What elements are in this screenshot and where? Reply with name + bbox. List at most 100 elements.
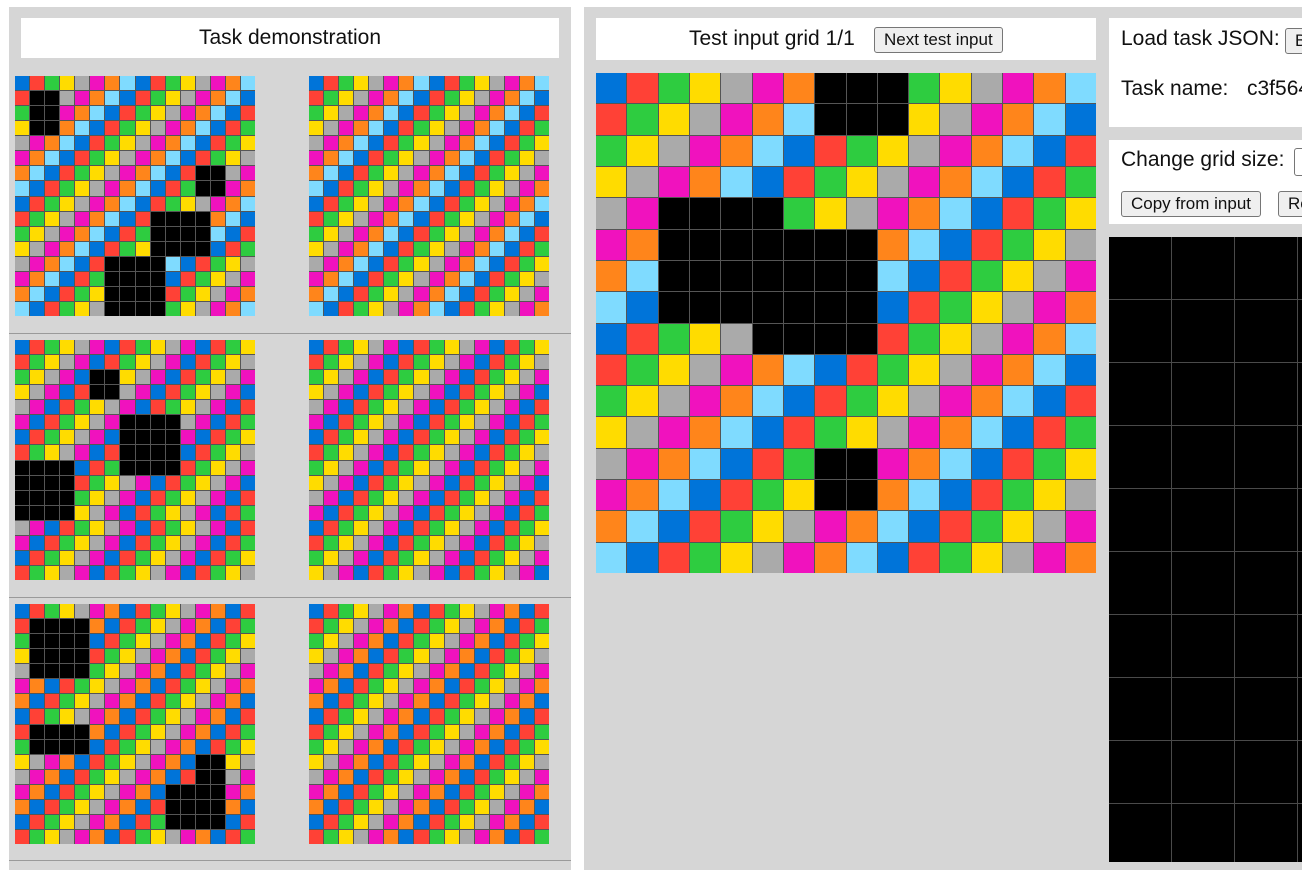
output-cell[interactable] xyxy=(1298,804,1302,862)
output-cell[interactable] xyxy=(1298,552,1302,614)
output-cell[interactable] xyxy=(1298,489,1302,551)
grid-cell xyxy=(150,385,165,400)
output-cell[interactable] xyxy=(1298,741,1302,803)
grid-cell xyxy=(354,136,369,151)
grid-cell xyxy=(60,256,75,271)
output-cell[interactable] xyxy=(1172,741,1234,803)
output-cell[interactable] xyxy=(1172,678,1234,740)
grid-cell xyxy=(534,385,549,400)
grid-cell xyxy=(877,417,909,448)
output-cell[interactable] xyxy=(1298,678,1302,740)
grid-cell xyxy=(519,445,534,460)
output-cell[interactable] xyxy=(1172,804,1234,862)
grid-cell xyxy=(45,415,60,430)
output-cell[interactable] xyxy=(1298,426,1302,488)
grid-cell xyxy=(504,196,519,211)
grid-cell xyxy=(846,323,877,354)
output-cell[interactable] xyxy=(1172,489,1234,551)
grid-cell xyxy=(474,550,489,565)
grid-cell xyxy=(30,286,45,301)
output-cell[interactable] xyxy=(1298,363,1302,425)
output-cell[interactable] xyxy=(1298,237,1302,299)
output-cell[interactable] xyxy=(1172,426,1234,488)
grid-cell xyxy=(877,229,909,260)
grid-cell xyxy=(195,565,210,580)
grid-cell xyxy=(195,256,210,271)
output-cell[interactable] xyxy=(1235,300,1297,362)
grid-cell xyxy=(30,460,45,475)
grid-cell xyxy=(504,550,519,565)
grid-cell xyxy=(120,604,135,619)
output-cell[interactable] xyxy=(1298,300,1302,362)
browse-button[interactable]: B xyxy=(1285,28,1302,54)
output-cell[interactable] xyxy=(1235,237,1297,299)
grid-cell xyxy=(384,829,399,844)
output-cell[interactable] xyxy=(1172,552,1234,614)
grid-size-input[interactable] xyxy=(1294,148,1302,176)
output-cell[interactable] xyxy=(1109,678,1171,740)
grid-cell xyxy=(150,799,165,814)
output-cell[interactable] xyxy=(1172,237,1234,299)
grid-cell xyxy=(105,565,120,580)
grid-cell xyxy=(752,292,783,323)
grid-cell xyxy=(474,355,489,370)
output-cell[interactable] xyxy=(1109,804,1171,862)
grid-cell xyxy=(45,634,60,649)
grid-cell xyxy=(399,226,414,241)
grid-cell xyxy=(225,301,240,316)
grid-cell xyxy=(429,604,444,619)
grid-cell xyxy=(429,241,444,256)
grid-cell xyxy=(877,198,909,229)
output-cell[interactable] xyxy=(1235,678,1297,740)
grid-cell xyxy=(519,211,534,226)
output-cell[interactable] xyxy=(1109,426,1171,488)
grid-cell xyxy=(135,286,150,301)
output-cell[interactable] xyxy=(1172,615,1234,677)
grid-cell xyxy=(210,76,225,91)
output-cell[interactable] xyxy=(1109,489,1171,551)
grid-cell xyxy=(1003,417,1034,448)
grid-cell xyxy=(225,211,240,226)
reset-button[interactable]: Re xyxy=(1278,191,1302,217)
output-cell[interactable] xyxy=(1235,615,1297,677)
grid-cell xyxy=(225,754,240,769)
grid-cell xyxy=(627,292,658,323)
output-cell[interactable] xyxy=(1109,300,1171,362)
output-cell[interactable] xyxy=(1109,363,1171,425)
output-cell[interactable] xyxy=(1235,741,1297,803)
next-test-input-button[interactable]: Next test input xyxy=(874,27,1003,53)
output-cell[interactable] xyxy=(1172,363,1234,425)
grid-cell xyxy=(384,181,399,196)
grid-cell xyxy=(846,511,877,542)
grid-cell xyxy=(90,550,105,565)
grid-cell xyxy=(30,814,45,829)
output-cell[interactable] xyxy=(1298,615,1302,677)
grid-cell xyxy=(339,784,354,799)
copy-from-input-button[interactable]: Copy from input xyxy=(1121,191,1261,217)
grid-cell xyxy=(721,417,752,448)
grid-cell xyxy=(240,430,255,445)
output-cell[interactable] xyxy=(1235,489,1297,551)
grid-cell xyxy=(369,550,384,565)
output-cell[interactable] xyxy=(1109,615,1171,677)
grid-cell xyxy=(180,91,195,106)
grid-cell xyxy=(195,355,210,370)
output-cell[interactable] xyxy=(1109,237,1171,299)
grid-cell xyxy=(1034,198,1065,229)
grid-cell xyxy=(489,181,504,196)
output-cell[interactable] xyxy=(1235,552,1297,614)
output-cell[interactable] xyxy=(1109,741,1171,803)
output-cell[interactable] xyxy=(1235,426,1297,488)
grid-cell xyxy=(399,694,414,709)
demo-panel: Task demonstration xyxy=(9,7,571,870)
output-cell[interactable] xyxy=(1172,300,1234,362)
output-cell[interactable] xyxy=(1235,804,1297,862)
grid-cell xyxy=(399,754,414,769)
output-cell[interactable] xyxy=(1235,363,1297,425)
grid-cell xyxy=(354,385,369,400)
output-cell[interactable] xyxy=(1109,552,1171,614)
output-grid[interactable] xyxy=(1109,237,1302,862)
grid-cell xyxy=(429,256,444,271)
grid-cell xyxy=(339,196,354,211)
grid-cell xyxy=(429,565,444,580)
